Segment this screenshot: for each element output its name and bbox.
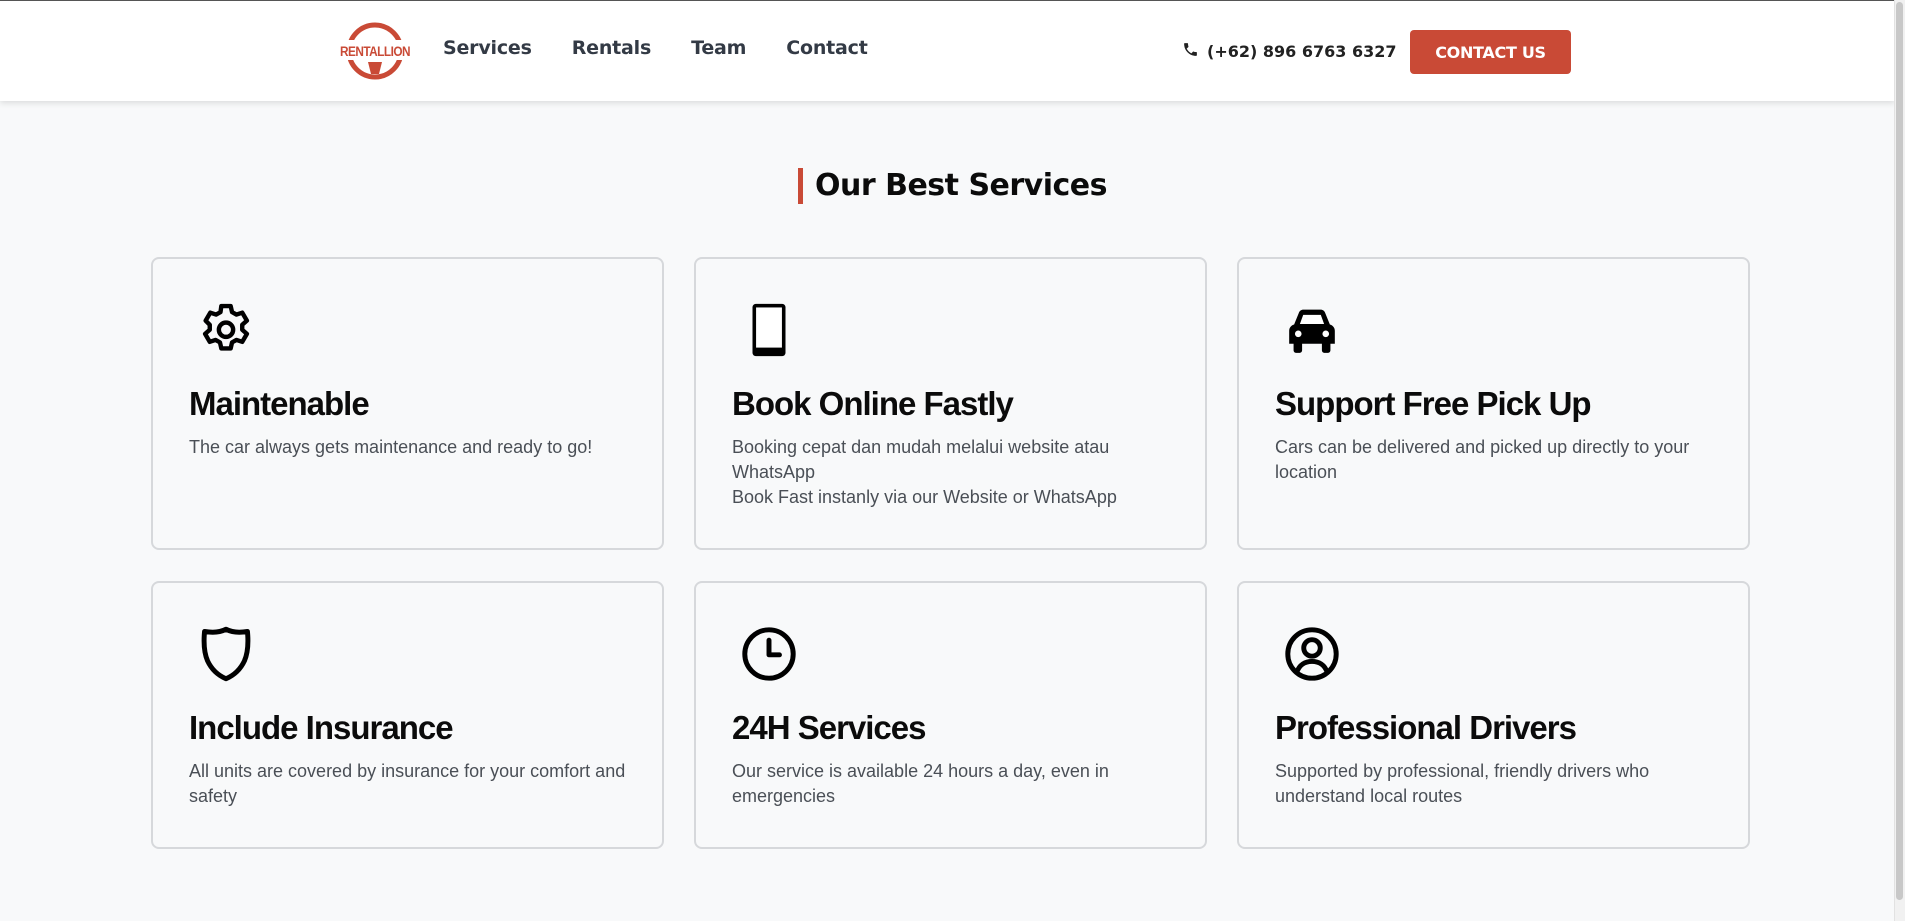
service-title: Include Insurance bbox=[189, 709, 454, 746]
service-card: Include Insurance All units are covered … bbox=[151, 581, 664, 849]
service-card: Support Free Pick Up Cars can be deliver… bbox=[1237, 257, 1750, 550]
service-title: Support Free Pick Up bbox=[1275, 385, 1592, 422]
site-header: RENTALLION Services Rentals Team Contact… bbox=[0, 0, 1895, 101]
service-description: The car always gets maintenance and read… bbox=[189, 437, 593, 457]
page: RENTALLION Services Rentals Team Contact… bbox=[0, 0, 1905, 921]
car-icon bbox=[1279, 297, 1345, 363]
gear-icon bbox=[193, 297, 259, 363]
scrollbar[interactable] bbox=[1894, 0, 1905, 921]
phone-contact[interactable]: (+62) 896 6763 6327 bbox=[1182, 41, 1396, 62]
service-description: Our service is available 24 hours a day,… bbox=[732, 761, 1109, 806]
service-card: 24H Services Our service is available 24… bbox=[694, 581, 1207, 849]
phone-number: (+62) 896 6763 6327 bbox=[1207, 42, 1397, 61]
service-title: Book Online Fastly bbox=[732, 385, 1014, 422]
nav-contact[interactable]: Contact bbox=[786, 37, 868, 59]
service-title: 24H Services bbox=[732, 709, 927, 746]
service-description: Supported by professional, friendly driv… bbox=[1275, 761, 1650, 806]
nav-team[interactable]: Team bbox=[691, 37, 746, 59]
service-description-english: Book Fast instanly via our Website or Wh… bbox=[732, 487, 1117, 507]
svg-text:RENTALLION: RENTALLION bbox=[340, 44, 410, 59]
service-title: Professional Drivers bbox=[1275, 709, 1577, 746]
user-circle-icon bbox=[1279, 621, 1345, 687]
section-header: Our Best Services bbox=[0, 168, 1905, 204]
main-nav: Services Rentals Team Contact bbox=[443, 37, 868, 59]
tablet-icon bbox=[736, 297, 802, 363]
service-description: All units are covered by insurance for y… bbox=[189, 761, 626, 806]
service-description: Cars can be delivered and picked up dire… bbox=[1275, 437, 1690, 482]
service-title: Maintenable bbox=[189, 385, 370, 422]
shield-icon bbox=[193, 621, 259, 687]
phone-icon bbox=[1182, 41, 1199, 62]
contact-us-button[interactable]: CONTACT US bbox=[1410, 30, 1571, 74]
service-card: Book Online Fastly Booking cepat dan mud… bbox=[694, 257, 1207, 550]
nav-services[interactable]: Services bbox=[443, 37, 532, 59]
services-grid: Maintenable The car always gets maintena… bbox=[151, 257, 1750, 849]
nav-rentals[interactable]: Rentals bbox=[572, 37, 652, 59]
section-title: Our Best Services bbox=[797, 168, 1108, 204]
scrollbar-thumb[interactable] bbox=[1896, 2, 1903, 900]
service-card: Professional Drivers Supported by profes… bbox=[1237, 581, 1750, 849]
service-card: Maintenable The car always gets maintena… bbox=[151, 257, 664, 550]
rentallion-logo[interactable]: RENTALLION bbox=[338, 22, 412, 80]
clock-icon bbox=[736, 621, 802, 687]
service-description: Booking cepat dan mudah melalui website … bbox=[732, 437, 1110, 482]
